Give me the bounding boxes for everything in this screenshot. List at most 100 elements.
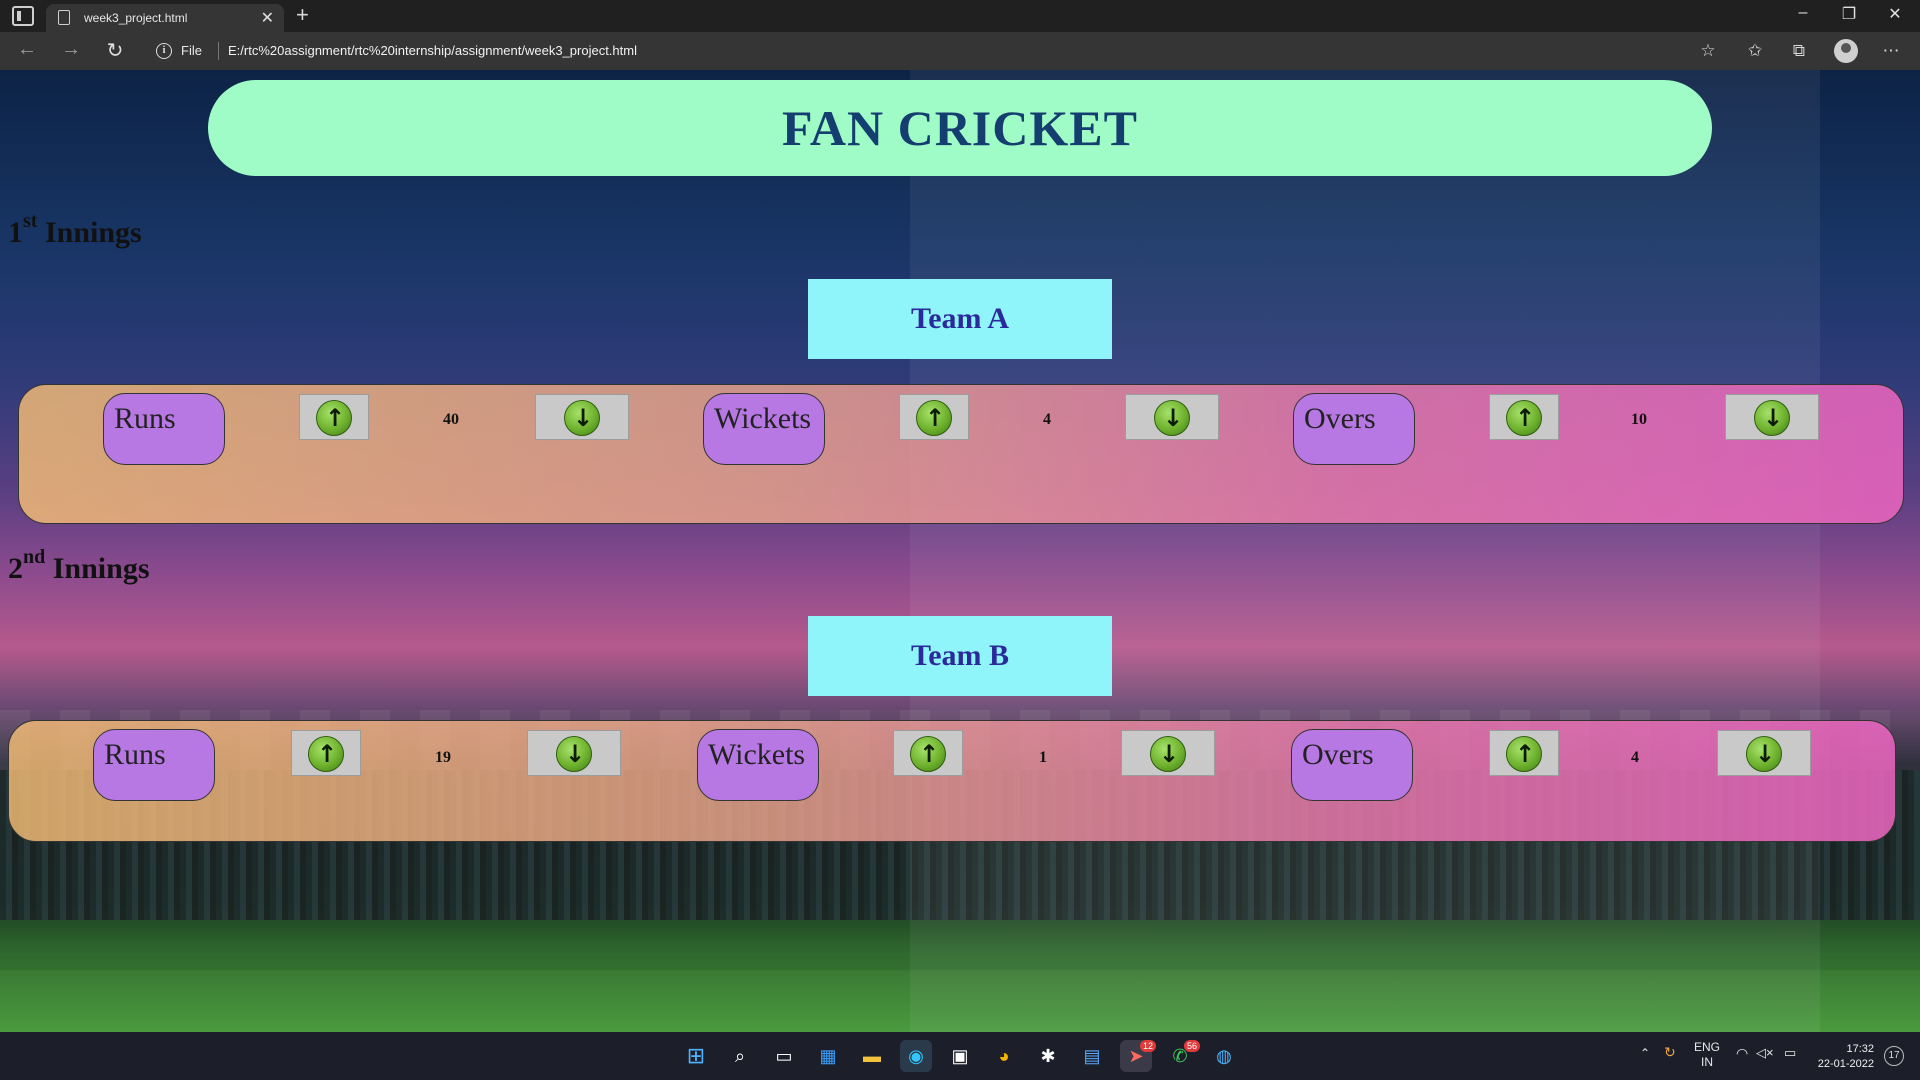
region-code: IN: [1701, 1055, 1713, 1069]
overs-increment-button[interactable]: ↑: [1489, 394, 1559, 440]
team-a-box: Team A: [808, 279, 1112, 359]
restore-button[interactable]: ❐: [1826, 4, 1872, 24]
clock-time: 17:32: [1846, 1043, 1874, 1055]
arrow-up-icon: ↑: [1506, 400, 1542, 436]
wickets-decrement-button[interactable]: ↓: [1125, 394, 1219, 440]
arrow-down-icon: ↓: [1154, 400, 1190, 436]
innings-label: Innings: [44, 216, 142, 249]
tab-title: week3_project.html: [84, 11, 188, 25]
scheme-label: File: [181, 43, 202, 58]
innings-ordinal-suffix: st: [23, 210, 38, 232]
overs-label-pill: Overs: [1291, 729, 1413, 801]
more-menu-icon[interactable]: ⋯: [1880, 40, 1902, 62]
battery-icon[interactable]: ▭: [1784, 1045, 1796, 1061]
edge-browser-icon[interactable]: ◉: [900, 1040, 932, 1072]
innings-1-score-panel: Runs ↑ 40 ↓ Wickets ↑ 4 ↓ Overs ↑ 10 ↓: [18, 384, 1904, 524]
taskbar: ⊞ ⌕ ▭ ▦ ▬ ◉ ▣ ◕ ✱ ▤ ➤ 12 ✆ 56 ◍ ⌃ ↻ ENG …: [0, 1032, 1920, 1080]
innings-label: Innings: [52, 552, 150, 585]
browser-toolbar: ← → ↻ i File E:/rtc%20assignment/rtc%20i…: [0, 32, 1920, 70]
arrow-down-icon: ↓: [1746, 736, 1782, 772]
store-icon[interactable]: ▣: [944, 1040, 976, 1072]
reload-button[interactable]: ↻: [100, 38, 130, 63]
sync-icon[interactable]: ↻: [1664, 1044, 1676, 1061]
new-tab-button[interactable]: +: [296, 2, 309, 28]
windows-start-icon[interactable]: ⊞: [680, 1040, 712, 1072]
runs-value: 40: [443, 411, 459, 428]
globe-app-icon[interactable]: ◍: [1208, 1040, 1240, 1072]
url-text[interactable]: E:/rtc%20assignment/rtc%20internship/ass…: [228, 43, 637, 58]
wickets-increment-button[interactable]: ↑: [899, 394, 969, 440]
overs-value: 10: [1631, 411, 1647, 428]
wickets-value: 4: [1043, 411, 1051, 428]
runs-decrement-button[interactable]: ↓: [527, 730, 621, 776]
search-icon[interactable]: ⌕: [724, 1040, 756, 1072]
tab-bar: week3_project.html ✕ + – ❐ ✕: [0, 0, 1920, 32]
add-favorite-icon[interactable]: ☆: [1697, 40, 1719, 62]
slack-icon[interactable]: ✱: [1032, 1040, 1064, 1072]
wifi-icon[interactable]: ◠: [1736, 1045, 1748, 1062]
innings-1-title: 1st Innings: [8, 210, 142, 250]
stat-label: Wickets: [708, 738, 806, 771]
document-icon: [58, 10, 70, 25]
arrow-up-icon: ↑: [316, 400, 352, 436]
clock-date: 22-01-2022: [1817, 1058, 1874, 1070]
notification-count[interactable]: 17: [1884, 1046, 1904, 1066]
forward-button[interactable]: →: [56, 38, 86, 61]
stat-label: Overs: [1304, 402, 1376, 435]
stat-label: Runs: [114, 402, 176, 435]
wickets-label-pill: Wickets: [703, 393, 825, 465]
collections-icon[interactable]: ⧉: [1788, 40, 1810, 62]
innings-ordinal: 1: [8, 216, 23, 249]
runs-increment-button[interactable]: ↑: [299, 394, 369, 440]
runs-value: 19: [435, 749, 451, 766]
stat-label: Wickets: [714, 402, 812, 435]
innings-ordinal-suffix: nd: [23, 546, 46, 568]
wickets-increment-button[interactable]: ↑: [893, 730, 963, 776]
innings-2-title: 2nd Innings: [8, 546, 150, 586]
notepad-icon[interactable]: ▤: [1076, 1040, 1108, 1072]
team-name: Team A: [910, 302, 1010, 335]
arrow-up-icon: ↑: [308, 736, 344, 772]
profile-avatar[interactable]: [1834, 39, 1858, 63]
wickets-label-pill: Wickets: [697, 729, 819, 801]
clock[interactable]: 17:32 22-01-2022: [1810, 1042, 1874, 1072]
overs-increment-button[interactable]: ↑: [1489, 730, 1559, 776]
widgets-icon[interactable]: ▦: [812, 1040, 844, 1072]
overs-label-pill: Overs: [1293, 393, 1415, 465]
page-title: FAN CRICKET: [782, 100, 1138, 156]
tab-actions-icon[interactable]: [12, 6, 34, 26]
task-view-icon[interactable]: ▭: [768, 1040, 800, 1072]
file-explorer-icon[interactable]: ▬: [856, 1040, 888, 1072]
close-window-button[interactable]: ✕: [1872, 4, 1918, 24]
arrow-down-icon: ↓: [1754, 400, 1790, 436]
runs-label-pill: Runs: [103, 393, 225, 465]
divider: [218, 42, 219, 60]
favorites-icon[interactable]: ✩: [1744, 40, 1766, 62]
chrome-icon[interactable]: ◕: [988, 1040, 1020, 1072]
telegram-badge: 12: [1140, 1040, 1157, 1052]
whatsapp-badge: 56: [1184, 1040, 1201, 1052]
arrow-up-icon: ↑: [916, 400, 952, 436]
overs-decrement-button[interactable]: ↓: [1725, 394, 1819, 440]
browser-tab[interactable]: week3_project.html ✕: [46, 4, 284, 32]
close-tab-icon[interactable]: ✕: [261, 8, 274, 28]
innings-2-score-panel: Runs ↑ 19 ↓ Wickets ↑ 1 ↓ Overs ↑ 4 ↓: [8, 720, 1896, 842]
arrow-up-icon: ↑: [1506, 736, 1542, 772]
team-b-box: Team B: [808, 616, 1112, 696]
overs-decrement-button[interactable]: ↓: [1717, 730, 1811, 776]
background-overlay: [910, 70, 1820, 1032]
page-viewport: FAN CRICKET 1st Innings Team A Runs ↑ 40…: [0, 70, 1920, 1032]
info-icon[interactable]: i: [156, 43, 172, 59]
back-button[interactable]: ←: [12, 38, 42, 61]
runs-decrement-button[interactable]: ↓: [535, 394, 629, 440]
minimize-button[interactable]: –: [1780, 4, 1826, 22]
show-hidden-icons-icon[interactable]: ⌃: [1640, 1046, 1650, 1060]
arrow-down-icon: ↓: [556, 736, 592, 772]
runs-increment-button[interactable]: ↑: [291, 730, 361, 776]
team-name: Team B: [910, 639, 1010, 672]
speaker-muted-icon[interactable]: ◁×: [1756, 1045, 1774, 1061]
address-bar[interactable]: i File E:/rtc%20assignment/rtc%20interns…: [148, 36, 1718, 66]
wickets-decrement-button[interactable]: ↓: [1121, 730, 1215, 776]
language-indicator[interactable]: ENG IN: [1694, 1040, 1720, 1070]
language-code: ENG: [1694, 1040, 1721, 1054]
